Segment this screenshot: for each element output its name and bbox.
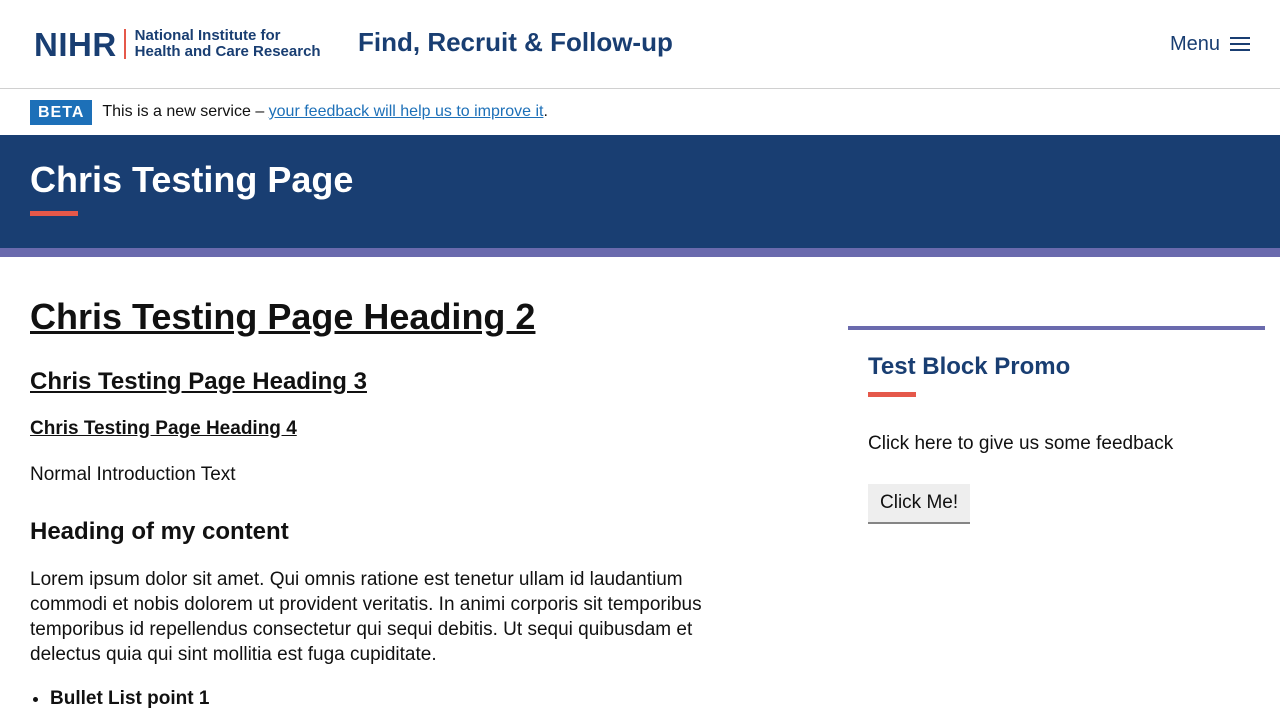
beta-text-before: This is a new service – [102, 103, 269, 120]
logo-line-2: Health and Care Research [134, 43, 321, 60]
logo-mark: NIHR [34, 25, 117, 63]
page-title: Chris Testing Page [30, 159, 354, 200]
menu-label: Menu [1170, 32, 1221, 55]
content-heading: Heading of my content [30, 518, 289, 545]
heading-4: Chris Testing Page Heading 4 [30, 418, 297, 439]
beta-banner: BETA This is a new service – your feedba… [0, 89, 1280, 135]
menu-button[interactable]: Menu [1160, 26, 1260, 62]
list-item: Bullet List point 1 [50, 686, 209, 712]
hamburger-icon [1230, 36, 1251, 52]
body-paragraph: Lorem ipsum dolor sit amet. Qui omnis ra… [30, 569, 702, 665]
logo-text: National Institute for Health and Care R… [135, 28, 321, 60]
bullet-list: Bullet List point 1 [50, 686, 209, 712]
site-header: NIHR National Institute for Health and C… [0, 0, 1280, 89]
service-name[interactable]: Find, Recruit & Follow-up [358, 26, 673, 58]
page-hero: Chris Testing Page [0, 135, 1280, 248]
beta-text: This is a new service – your feedback wi… [102, 103, 548, 121]
feedback-link[interactable]: your feedback will help us to improve it [269, 103, 544, 120]
logo-divider [123, 29, 126, 59]
promo-text: Click here to give us some feedback [868, 433, 1174, 454]
intro-text: Normal Introduction Text [30, 464, 236, 485]
click-me-button[interactable]: Click Me! [868, 484, 971, 524]
promo-accent-bar [868, 392, 916, 397]
heading-3: Chris Testing Page Heading 3 [30, 368, 367, 395]
promo-block: Test Block Promo Click here to give us s… [848, 326, 1265, 546]
logo-line-1: National Institute for [134, 27, 281, 44]
title-accent-bar [30, 211, 78, 216]
promo-title: Test Block Promo [868, 353, 1071, 380]
beta-text-after: . [543, 103, 548, 120]
heading-2: Chris Testing Page Heading 2 [30, 296, 536, 337]
nihr-logo[interactable]: NIHR National Institute for Health and C… [34, 26, 321, 62]
beta-tag: BETA [30, 99, 93, 125]
hero-stripe [0, 248, 1280, 257]
